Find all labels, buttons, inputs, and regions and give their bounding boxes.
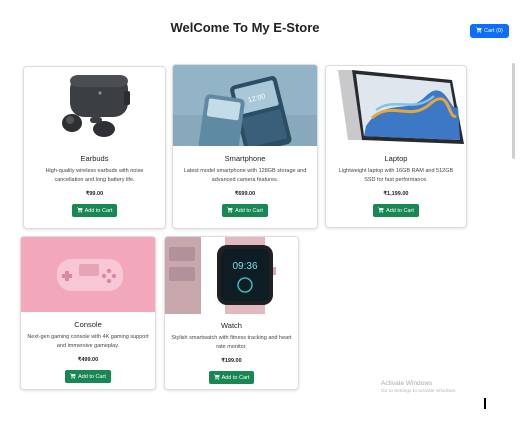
add-to-cart-button[interactable]: Add to Cart (373, 204, 419, 217)
add-to-cart-label: Add to Cart (78, 373, 106, 380)
add-to-cart-label: Add to Cart (221, 374, 250, 381)
product-card-watch: 09:36 Watch Stylish smartwatch with fitn… (164, 236, 299, 390)
product-card-earbuds: Earbuds High-quality wireless earbuds wi… (23, 66, 166, 229)
cart-button[interactable]: Cart (0) (470, 24, 509, 38)
card-body: Earbuds High-quality wireless earbuds wi… (24, 154, 165, 218)
cart-icon (70, 372, 76, 381)
product-price: ₹99.00 (85, 191, 104, 197)
add-to-cart-label: Add to Cart (235, 207, 263, 214)
console-image (21, 237, 155, 312)
product-title: Earbuds (80, 154, 109, 163)
product-price: ₹1,199.00 (383, 191, 409, 197)
product-description: Next-gen gaming console with 4K gaming s… (27, 334, 149, 349)
product-title: Smartphone (224, 154, 266, 163)
product-price: ₹699.00 (234, 191, 256, 197)
add-to-cart-label: Add to Cart (84, 207, 113, 214)
product-description: Lightweight laptop with 16GB RAM and 512… (338, 168, 454, 183)
earbuds-image (24, 67, 165, 147)
product-description: Latest model smartphone with 128GB stora… (183, 168, 307, 183)
cart-icon (76, 206, 83, 215)
product-description: Stylish smartwatch with fitness tracking… (171, 335, 292, 350)
watermark-subtitle: Go to Settings to activate Windows. (381, 389, 457, 394)
add-to-cart-button[interactable]: Add to Cart (208, 371, 255, 384)
product-title: Laptop (384, 154, 408, 163)
laptop-image (326, 66, 466, 147)
add-to-cart-button[interactable]: Add to Cart (222, 204, 268, 217)
cart-icon (378, 206, 384, 215)
product-title: Watch (221, 321, 242, 330)
cart-icon (213, 373, 220, 382)
smartphone-image: 12:00 (173, 65, 317, 146)
watermark-title: Activate Windows (381, 380, 433, 387)
card-body: Smartphone Latest model smartphone with … (173, 154, 317, 218)
product-description: High-quality wireless earbuds with noise… (45, 168, 144, 183)
add-to-cart-button[interactable]: Add to Cart (65, 370, 111, 383)
product-title: Console (74, 320, 102, 329)
cart-label: Cart (0) (484, 28, 503, 34)
add-to-cart-label: Add to Cart (386, 207, 414, 214)
activate-windows-watermark: Activate Windows Go to Settings to activ… (381, 380, 457, 396)
cart-icon (227, 206, 233, 215)
product-card-console: Console Next-gen gaming console with 4K … (20, 236, 156, 390)
product-card-laptop: Laptop Lightweight laptop with 16GB RAM … (325, 65, 467, 228)
watch-time: 09:36 (232, 261, 257, 272)
text-cursor (484, 398, 486, 409)
store-page: WelCome To My E-Store Cart (0) Earbuds H… (0, 0, 530, 421)
cart-icon (476, 27, 482, 35)
card-body: Console Next-gen gaming console with 4K … (21, 320, 155, 384)
watch-image: 09:36 (165, 237, 298, 314)
add-to-cart-button[interactable]: Add to Cart (71, 204, 118, 217)
product-price: ₹199.00 (221, 358, 242, 364)
card-body: Laptop Lightweight laptop with 16GB RAM … (326, 154, 466, 218)
product-price: ₹499.00 (77, 357, 99, 363)
product-card-smartphone: 12:00 Smartphone Latest model smartphone… (172, 64, 318, 229)
card-body: Watch Stylish smartwatch with fitness tr… (165, 321, 298, 385)
page-title: WelCome To My E-Store (170, 20, 320, 35)
scrollbar-thumb[interactable] (512, 63, 515, 159)
